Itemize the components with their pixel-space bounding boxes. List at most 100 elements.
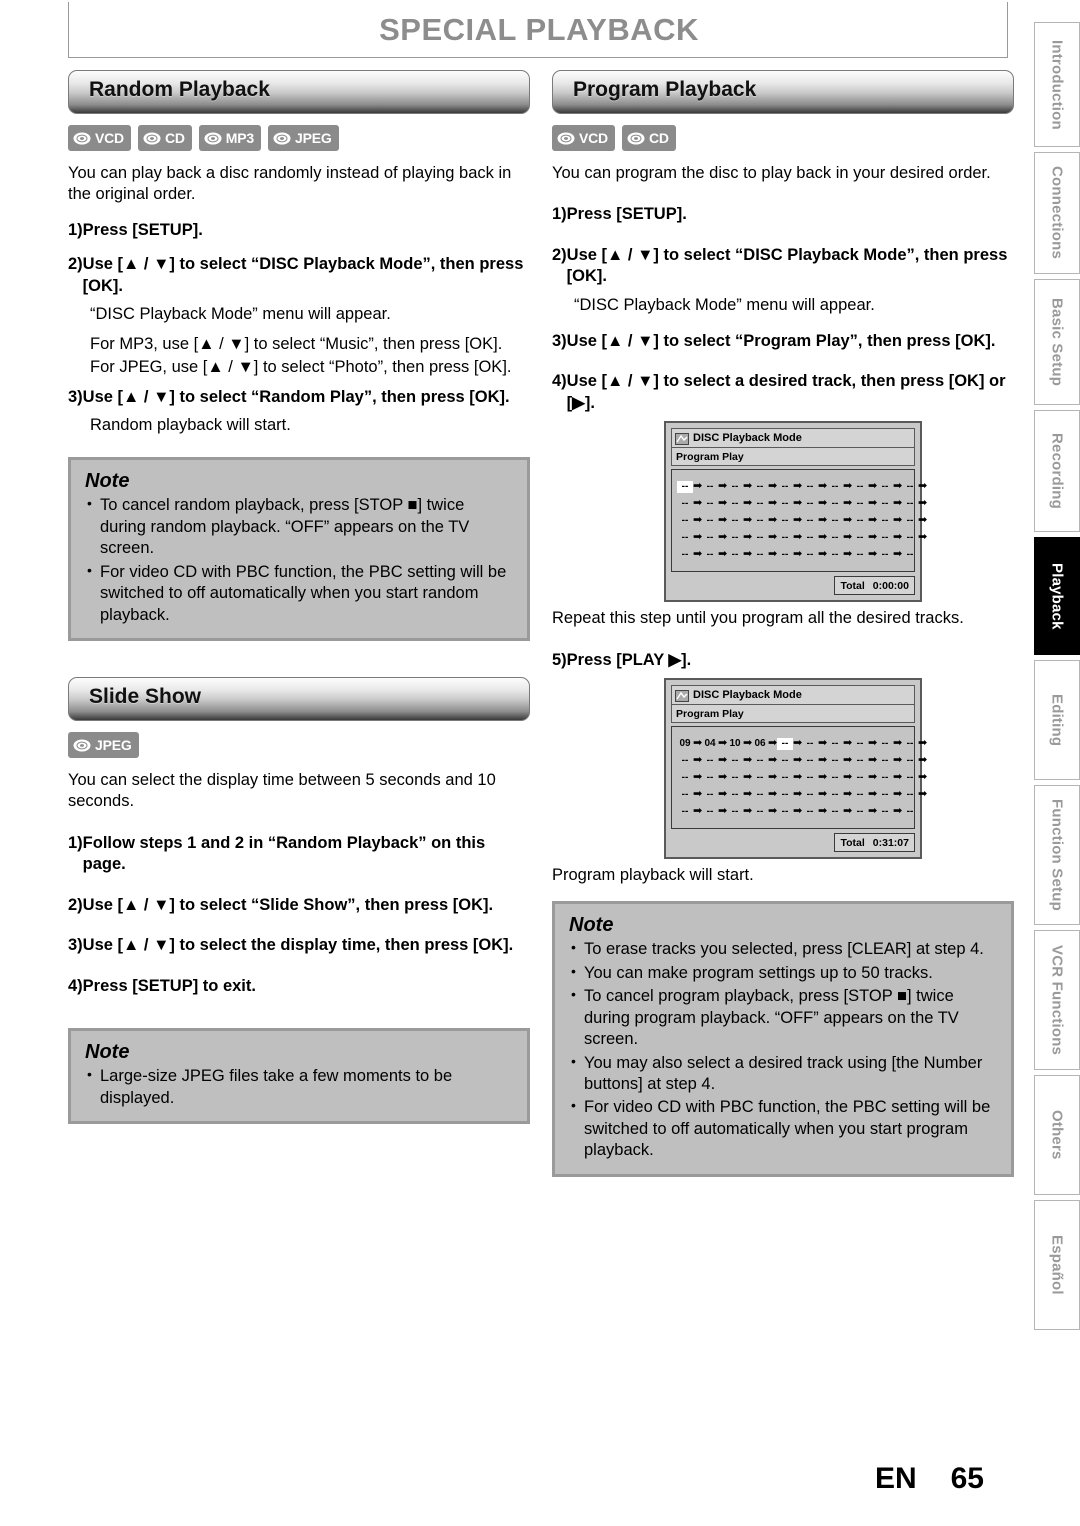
right-arrow-icon: ➡ — [893, 805, 903, 818]
right-arrow-icon: ➡ — [843, 514, 853, 526]
osd-track-cell: -- — [781, 531, 789, 543]
slideshow-step-3: 3) Use [▲ / ▼] to select the display tim… — [68, 935, 530, 956]
osd-track-grid: 09 ➡ 04 ➡ 10 ➡ 06 ➡ -- ➡ -- ➡ -- ➡ -- ➡ -- ➡ -- ➡ -- ➡ -- ➡ -- ➡ -… — [671, 726, 928, 830]
sidebar-tab-others[interactable]: Others — [1034, 1075, 1080, 1195]
note-item: For video CD with PBC function, the PBC … — [569, 1096, 997, 1161]
note-list: To cancel random playback, press [STOP ■… — [85, 494, 513, 626]
sidebar-tab-vcr-functions[interactable]: VCR Functions — [1034, 930, 1080, 1070]
osd-subtitle-text: Program Play — [676, 707, 744, 720]
sidebar-tab-label: Others — [1048, 1110, 1066, 1160]
osd-track-cell: 06 — [754, 737, 766, 749]
osd-track-cell: -- — [731, 548, 739, 560]
right-arrow-icon: ➡ — [918, 514, 928, 526]
osd-track-cell: -- — [781, 771, 789, 783]
osd-track-cell: -- — [806, 754, 814, 766]
sidebar-tab-espanol[interactable]: Español — [1034, 1200, 1080, 1330]
right-arrow-icon: ➡ — [893, 548, 903, 560]
osd-title-bar: DISC Playback Mode — [671, 428, 915, 448]
osd-track-cell: -- — [831, 514, 839, 526]
disc-badge-label: CD — [648, 130, 669, 146]
disc-badge-label: JPEG — [294, 130, 332, 146]
note-item: For video CD with PBC function, the PBC … — [85, 561, 513, 626]
right-arrow-icon: ➡ — [868, 514, 878, 526]
note-item: You can make program settings up to 50 t… — [569, 962, 997, 984]
osd-track-cell: -- — [731, 514, 739, 526]
right-arrow-icon: ➡ — [743, 754, 753, 767]
random-step-2-note-a: “DISC Playback Mode” menu will appear. — [90, 305, 391, 324]
osd-total-value: 0:31:07 — [872, 836, 909, 849]
right-arrow-icon: ➡ — [793, 514, 803, 526]
sidebar-tab-connections[interactable]: Connections — [1034, 152, 1080, 274]
right-arrow-icon: ➡ — [893, 737, 903, 750]
sidebar-tab-basic-setup[interactable]: Basic Setup — [1034, 279, 1080, 405]
osd-track-cell: -- — [731, 754, 739, 766]
section-header-program: Program Playback — [552, 70, 1014, 114]
sidebar-tab-editing[interactable]: Editing — [1034, 660, 1080, 780]
step-number: 3) — [68, 936, 83, 955]
right-arrow-icon: ➡ — [868, 531, 878, 543]
disc-icon — [72, 738, 92, 753]
osd-track-cell: -- — [756, 531, 764, 543]
osd-track-cell: -- — [706, 754, 714, 766]
sidebar-tab-function-setup[interactable]: Function Setup — [1034, 785, 1080, 925]
right-arrow-icon: ➡ — [893, 771, 903, 784]
disc-icon — [272, 131, 292, 146]
note-list: To erase tracks you selected, press [CLE… — [569, 938, 997, 1161]
sidebar-tab-playback[interactable]: Playback — [1034, 537, 1080, 655]
osd-track-row: -- ➡ -- ➡ -- ➡ -- ➡ -- ➡ -- ➡ -- ➡ -- ➡ -- ➡ -- ➡ — [677, 529, 928, 546]
osd-track-cell: -- — [856, 531, 864, 543]
osd-track-cell: -- — [681, 548, 689, 560]
disc-badge-vcd: VCD — [68, 125, 131, 151]
disc-badge-label: VCD — [95, 130, 124, 146]
right-arrow-icon: ➡ — [868, 737, 878, 750]
step-text: Use [▲ / ▼] to select “DISC Playback Mod… — [566, 245, 1008, 286]
right-arrow-icon: ➡ — [743, 531, 753, 543]
right-arrow-icon: ➡ — [893, 497, 903, 509]
osd-track-cell: -- — [881, 771, 889, 783]
osd-track-cell: -- — [781, 805, 789, 817]
right-arrow-icon: ➡ — [893, 754, 903, 767]
right-arrow-icon: ➡ — [693, 771, 703, 784]
right-arrow-icon: ➡ — [893, 480, 903, 492]
osd-track-cell: -- — [706, 805, 714, 817]
note-item: To cancel program playback, press [STOP … — [569, 985, 997, 1050]
osd-track-cell: -- — [681, 771, 689, 783]
osd-track-row: -- ➡ -- ➡ -- ➡ -- ➡ -- ➡ -- ➡ -- ➡ -- ➡ -- ➡ -- ➡ — [677, 769, 928, 786]
osd-track-cell: -- — [756, 497, 764, 509]
disc-badges-slideshow: JPEG — [68, 732, 530, 758]
step-text: Follow steps 1 and 2 in “Random Playback… — [82, 833, 486, 874]
osd-track-cell: -- — [781, 754, 789, 766]
sidebar-tab-recording[interactable]: Recording — [1034, 410, 1080, 532]
sidebar-tab-introduction[interactable]: Introduction — [1034, 22, 1080, 147]
disc-icon — [626, 131, 646, 146]
right-arrow-icon: ➡ — [718, 754, 728, 767]
osd-track-cell: -- — [756, 514, 764, 526]
osd-track-cell: -- — [831, 788, 839, 800]
right-arrow-icon: ➡ — [693, 788, 703, 801]
osd-track-cell: -- — [906, 754, 914, 766]
osd-track-row: -- ➡ -- ➡ -- ➡ -- ➡ -- ➡ -- ➡ -- ➡ -- ➡ -- ➡ -- ➡ — [677, 512, 928, 529]
disc-badge-label: VCD — [579, 130, 608, 146]
right-arrow-icon: ➡ — [768, 771, 778, 784]
random-step-2-note-c: For JPEG, use [▲ / ▼] to select “Photo”,… — [90, 358, 512, 377]
right-arrow-icon: ➡ — [718, 788, 728, 801]
note-item: You may also select a desired track usin… — [569, 1052, 997, 1096]
slideshow-step-2: 2) Use [▲ / ▼] to select “Slide Show”, t… — [68, 895, 530, 916]
disc-badge-cd: CD — [621, 125, 676, 151]
right-arrow-icon: ➡ — [793, 788, 803, 801]
right-arrow-icon: ➡ — [818, 480, 828, 492]
random-step-2: 2) Use [▲ / ▼] to select “DISC Playback … — [68, 254, 530, 297]
osd-subtitle-bar: Program Play — [671, 705, 915, 724]
osd-track-cell: -- — [806, 497, 814, 509]
right-arrow-icon: ➡ — [818, 737, 828, 750]
step-number: 1) — [68, 833, 83, 852]
step-number: 4) — [552, 372, 567, 391]
osd-track-cell: -- — [756, 754, 764, 766]
right-arrow-icon: ➡ — [843, 754, 853, 767]
osd-track-cell: -- — [706, 788, 714, 800]
right-arrow-icon: ➡ — [743, 497, 753, 509]
osd-track-cell: -- — [881, 531, 889, 543]
osd-subtitle-text: Program Play — [676, 450, 744, 463]
right-arrow-icon: ➡ — [843, 497, 853, 509]
osd-track-cell: -- — [881, 548, 889, 560]
